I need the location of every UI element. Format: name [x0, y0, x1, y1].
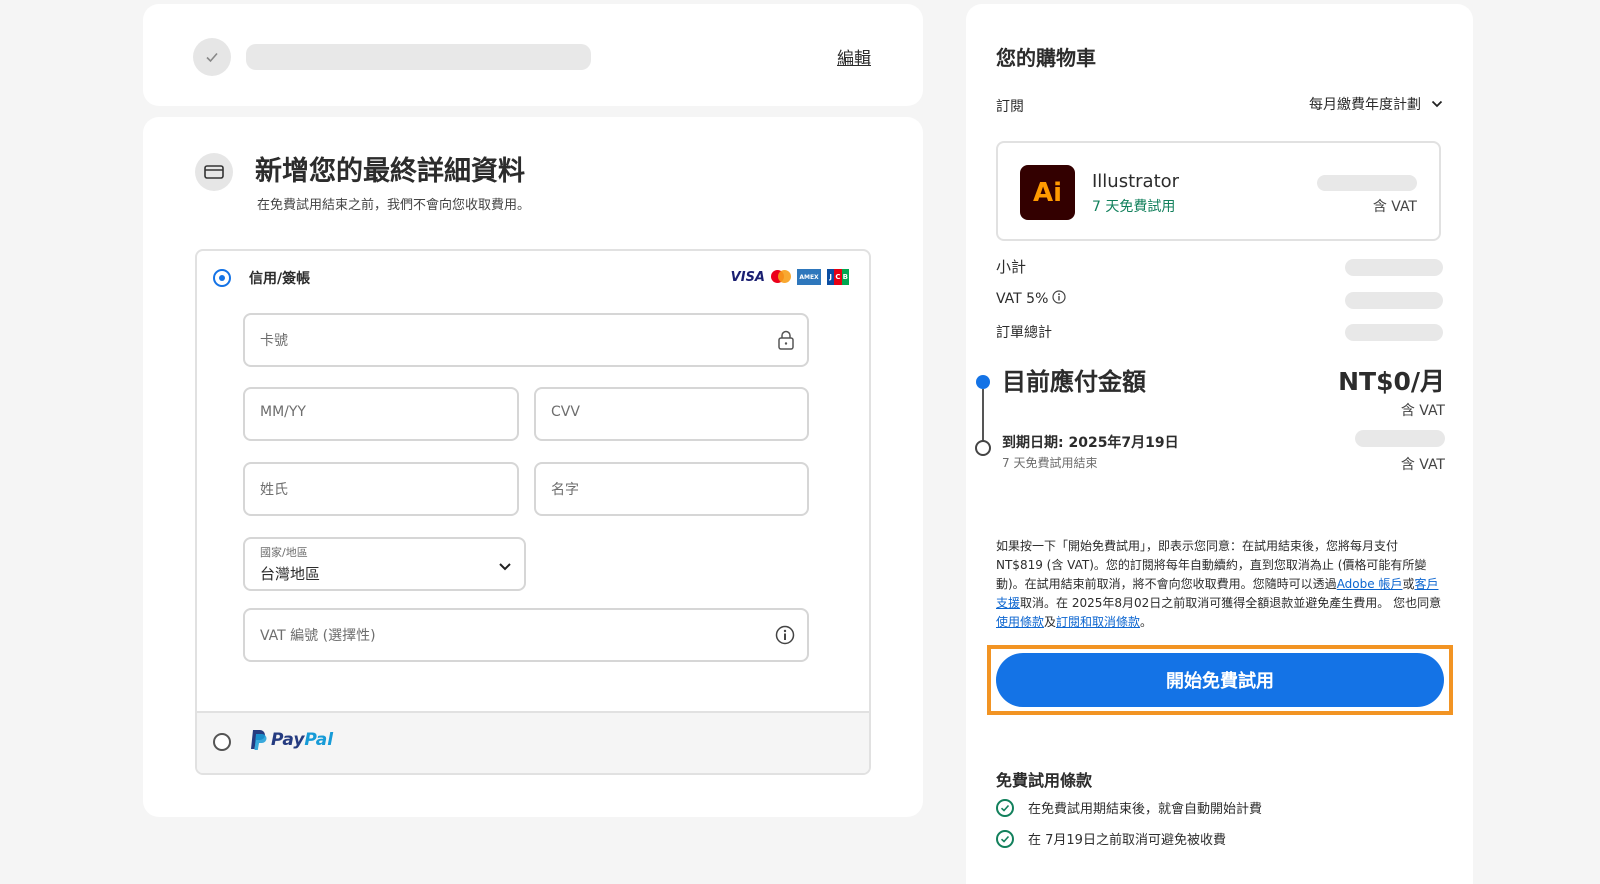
edit-link[interactable]: 編輯: [837, 44, 871, 69]
cart-card: 您的購物車 訂閱 每月繳費年度計劃 Ai Illustrator 7 天免費試用…: [966, 4, 1473, 884]
expiry-placeholder: MM/YY: [260, 404, 306, 420]
amex-logo: AMEX: [797, 269, 821, 285]
cvv-input[interactable]: CVV: [534, 387, 809, 441]
trial-term-text: 在 7月19日之前取消可避免被收費: [1028, 833, 1226, 848]
cvv-placeholder: CVV: [551, 404, 580, 420]
after-trial-price-placeholder: [1355, 430, 1445, 447]
last-name-input[interactable]: 姓氏: [243, 462, 519, 516]
info-icon[interactable]: [1052, 290, 1066, 308]
credit-card-icon: [195, 153, 233, 191]
paypal-label: PayPal: [271, 730, 334, 750]
adobe-account-link[interactable]: Adobe 帳戶: [1337, 577, 1403, 591]
chevron-down-icon: [498, 557, 512, 576]
terms-text-2: 或: [1402, 577, 1415, 591]
card-brand-logos: VISA AMEX JCB: [731, 269, 849, 285]
terms-text-5: 。: [1140, 615, 1153, 629]
vat-number-placeholder: VAT 編號 (選擇性): [260, 628, 376, 644]
card-number-placeholder: 卡號: [260, 333, 288, 349]
card-number-input[interactable]: 卡號: [243, 313, 809, 367]
page-subtitle: 在免費試用結束之前，我們不會向您收取費用。: [257, 198, 531, 213]
step-complete-icon: [193, 38, 231, 76]
vat-row: VAT 5%: [996, 290, 1066, 308]
page-title: 新增您的最終詳細資料: [255, 156, 525, 187]
trial-end-vat: 含 VAT: [1400, 457, 1445, 473]
product-item: Ai Illustrator 7 天免費試用 含 VAT: [996, 141, 1441, 241]
country-label: 國家/地區: [260, 546, 308, 559]
timeline-line: [982, 389, 984, 441]
trial-end-date: 到期日期: 2025年7月19日: [1002, 435, 1179, 451]
illustrator-app-icon: Ai: [1020, 165, 1075, 220]
trial-end-subtext: 7 天免費試用結束: [1002, 456, 1098, 470]
credit-card-label: 信用/簽帳: [249, 271, 311, 287]
trial-term-text: 在免費試用期結束後，就會自動開始計費: [1028, 802, 1263, 817]
plan-select[interactable]: 每月繳費年度計劃: [1309, 94, 1443, 114]
paypal-radio[interactable]: [213, 733, 231, 751]
first-name-placeholder: 名字: [551, 482, 579, 498]
first-name-input[interactable]: 名字: [534, 462, 809, 516]
vat-label: VAT 5%: [996, 291, 1049, 307]
product-trial: 7 天免費試用: [1092, 199, 1176, 215]
product-vat-note: 含 VAT: [1372, 199, 1417, 215]
details-card: 新增您的最終詳細資料 在免費試用結束之前，我們不會向您收取費用。 信用/簽帳 V…: [143, 117, 923, 817]
check-circle-icon: [996, 798, 1014, 817]
legal-terms: 如果按一下「開始免費試用」，即表示您同意：在試用結束後，您將每月支付 NT$81…: [996, 537, 1444, 632]
total-placeholder: [1345, 324, 1443, 341]
product-name: Illustrator: [1092, 171, 1180, 192]
completed-step-card: 編輯: [143, 4, 923, 106]
info-icon[interactable]: [775, 625, 795, 649]
paypal-logo: PayPal: [249, 729, 333, 751]
terms-of-use-link[interactable]: 使用條款: [996, 615, 1044, 629]
trial-terms-title: 免費試用條款: [996, 771, 1093, 790]
timeline-end-dot: [975, 440, 991, 456]
timeline-current-dot: [976, 375, 990, 389]
country-select[interactable]: 國家/地區 台灣地區: [243, 537, 526, 591]
paypal-option[interactable]: PayPal: [197, 711, 869, 773]
terms-text-3: 取消。在 2025年8月02日之前取消可獲得全額退款並避免產生費用。 您也同意: [1020, 596, 1442, 610]
due-now-label: 目前應付金額: [1002, 368, 1146, 396]
start-free-trial-button[interactable]: 開始免費試用: [996, 653, 1444, 707]
plan-select-value: 每月繳費年度計劃: [1309, 97, 1421, 113]
subtotal-placeholder: [1345, 259, 1443, 276]
subscription-label: 訂閱: [996, 99, 1024, 115]
visa-logo: VISA: [730, 269, 765, 285]
country-value: 台灣地區: [260, 565, 321, 583]
lock-icon: [777, 330, 795, 354]
vat-placeholder: [1345, 292, 1443, 309]
total-label: 訂單總計: [996, 325, 1052, 341]
expiry-input[interactable]: MM/YY: [243, 387, 519, 441]
cart-title: 您的購物車: [996, 46, 1096, 70]
terms-text-4: 及: [1044, 615, 1057, 629]
chevron-down-icon: [1431, 96, 1443, 112]
check-circle-icon: [996, 829, 1014, 848]
completed-step-placeholder: [246, 44, 591, 70]
credit-card-radio[interactable]: [213, 269, 231, 287]
due-now-amount: NT$0/月: [1338, 367, 1445, 396]
jcb-logo: JCB: [827, 269, 849, 285]
last-name-placeholder: 姓氏: [260, 482, 288, 498]
subscription-terms-link[interactable]: 訂閱和取消條款: [1056, 615, 1140, 629]
trial-term-item: 在免費試用期結束後，就會自動開始計費: [996, 798, 1262, 817]
payment-method-box: 信用/簽帳 VISA AMEX JCB 卡號 MM/YY CVV 姓氏 名字 國…: [195, 249, 871, 775]
due-now-vat: 含 VAT: [1400, 403, 1445, 419]
subtotal-label: 小計: [996, 258, 1027, 276]
vat-number-input[interactable]: VAT 編號 (選擇性): [243, 608, 809, 662]
trial-term-item: 在 7月19日之前取消可避免被收費: [996, 829, 1226, 848]
product-price-placeholder: [1317, 175, 1417, 191]
mastercard-logo: [771, 270, 791, 284]
